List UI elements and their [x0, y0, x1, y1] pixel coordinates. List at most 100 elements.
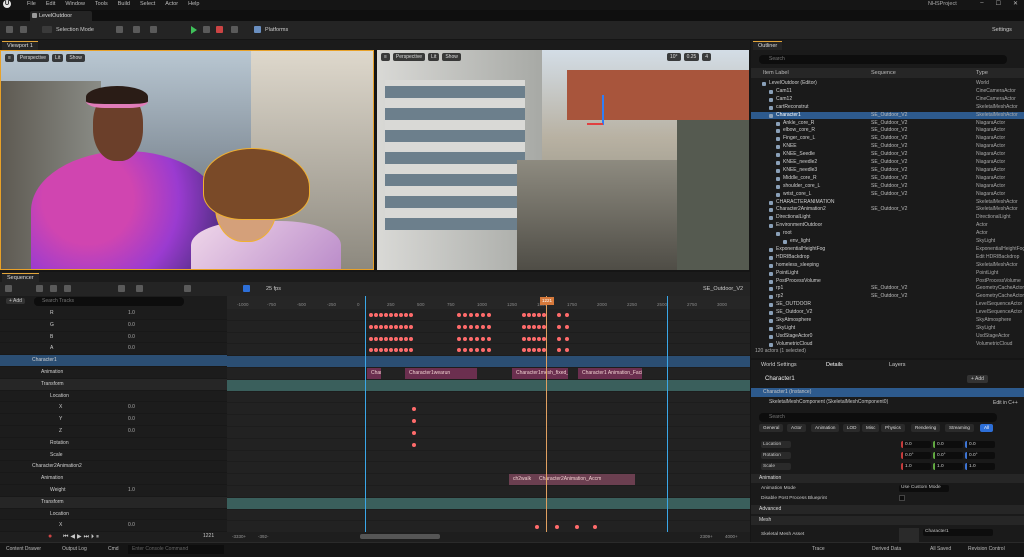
snapping-icon[interactable] [243, 285, 250, 292]
timeline-row[interactable] [227, 510, 750, 522]
maximize-icon[interactable]: ☐ [996, 0, 1001, 7]
category-filter-streaming[interactable]: Streaming [945, 424, 974, 432]
tab-details[interactable]: Details [826, 362, 843, 368]
track-row[interactable]: R 1.0 [0, 308, 227, 320]
timeline-row[interactable] [227, 486, 750, 498]
location-z[interactable]: 0.0 [965, 441, 995, 448]
keyframe[interactable] [404, 313, 408, 317]
track-row[interactable]: X 0.0 [0, 520, 227, 533]
timeline-row[interactable] [227, 497, 750, 510]
keyframe[interactable] [412, 431, 416, 435]
outliner-row[interactable]: Cam11 CineCameraActor [751, 88, 1024, 96]
track-value[interactable]: 0.0 [128, 402, 135, 414]
keyframe[interactable] [399, 313, 403, 317]
keyframe[interactable] [409, 336, 413, 341]
keyframe[interactable] [463, 336, 467, 341]
animation-section-clip[interactable]: Character2Animation_Accm [535, 474, 635, 486]
outliner-row[interactable]: CHARACTERANIMATION SkeletalMeshActor [751, 199, 1024, 207]
keyframe[interactable] [469, 313, 473, 317]
keyframe[interactable] [374, 313, 378, 317]
keyframe[interactable] [374, 336, 378, 341]
gizmo-z-icon[interactable] [602, 95, 604, 125]
keyframe[interactable] [565, 336, 569, 341]
timeline-row[interactable] [227, 356, 750, 368]
timeline-row[interactable] [227, 403, 750, 416]
keyframe[interactable] [409, 313, 413, 317]
track-row[interactable]: X 0.0 [0, 402, 227, 415]
sequencer-save-icon[interactable] [36, 285, 43, 292]
viewport1-menu-icon[interactable]: ≡ [5, 54, 14, 62]
outliner-row[interactable]: Cam12 CineCameraActor [751, 96, 1024, 104]
outliner-row[interactable]: elbow_core_R SE_Outdoor_V2 NiagaraActor [751, 127, 1024, 135]
keyframe[interactable] [404, 324, 408, 329]
sequencer-timeline[interactable]: -1000-750-500-25002505007501000125015001… [227, 296, 750, 542]
track-row[interactable]: Weight 1.0 [0, 485, 227, 497]
keyframe[interactable] [409, 324, 413, 329]
track-value[interactable]: 0.0 [128, 520, 135, 532]
outliner-row[interactable]: EnvironmentOutdoor Actor [751, 222, 1024, 230]
all-saved-button[interactable]: All Saved [930, 546, 951, 552]
keyframe[interactable] [457, 324, 461, 329]
search-tracks-input[interactable]: Search Tracks [34, 297, 184, 306]
platforms-button[interactable]: Platforms [265, 25, 288, 35]
keyframe[interactable] [412, 442, 416, 447]
edit-cpp-link[interactable]: Edit in C++ [993, 400, 1018, 406]
outliner-row[interactable]: KNEE_needle3 SE_Outdoor_V2 NiagaraActor [751, 167, 1024, 175]
outliner-row[interactable]: SE_Outdoor_V2 LevelSequenceActor [751, 309, 1024, 317]
add-track-button[interactable]: + Add [6, 298, 25, 304]
timeline-row[interactable] [227, 474, 750, 486]
settings-button[interactable]: Settings [992, 25, 1012, 35]
rotation-x[interactable]: 0.0° [901, 452, 931, 459]
outliner-row[interactable]: LevelOutdoor (Editor) World [751, 80, 1024, 88]
keyframe[interactable] [404, 336, 408, 341]
sequencer-options-icon[interactable] [5, 285, 12, 292]
outliner-tab[interactable]: Outliner [753, 41, 783, 50]
keyframe[interactable] [369, 336, 373, 341]
menu-item[interactable]: Tools [95, 1, 108, 7]
track-value[interactable]: 0.0 [128, 414, 135, 426]
keyframe[interactable] [379, 313, 383, 317]
outliner-row[interactable]: rp1 SE_Outdoor_V2 GeometryCacheActor [751, 285, 1024, 293]
rotation-label[interactable]: Rotation [761, 452, 791, 459]
track-row[interactable]: Character2Animation2 [0, 461, 227, 474]
keyframe[interactable] [384, 324, 388, 329]
level-tab[interactable]: LevelOutdoor [30, 11, 92, 21]
keyframe[interactable] [532, 324, 536, 329]
category-filter-animation[interactable]: Animation [811, 424, 840, 432]
keyframe[interactable] [475, 336, 479, 341]
track-row[interactable]: Y 0.0 [0, 414, 227, 426]
location-x[interactable]: 0.0 [901, 441, 931, 448]
location-y[interactable]: 0.0 [933, 441, 963, 448]
keyframe[interactable] [542, 324, 546, 329]
animation-section-clip[interactable]: ch2walk [509, 474, 537, 486]
menu-item[interactable]: Build [118, 1, 130, 7]
menu-item[interactable]: Edit [46, 1, 55, 7]
keyframe[interactable] [379, 336, 383, 341]
mesh-section[interactable]: Mesh [751, 516, 1024, 525]
category-filter-rendering[interactable]: Rendering [911, 424, 941, 432]
outliner-row[interactable]: KNEE SE_Outdoor_V2 NiagaraActor [751, 143, 1024, 151]
details-search-input[interactable]: Search [759, 413, 997, 422]
keyframe[interactable] [522, 336, 526, 341]
keyframe[interactable] [481, 336, 485, 341]
outliner-row[interactable]: KNEE_Seedle SE_Outdoor_V2 NiagaraActor [751, 151, 1024, 159]
outliner-row[interactable]: shoulder_core_L SE_Outdoor_V2 NiagaraActor [751, 183, 1024, 191]
viewport2-perspective[interactable]: Perspective [392, 53, 426, 61]
location-label[interactable]: Location [761, 441, 791, 448]
category-filter-misc[interactable]: Misc [862, 424, 880, 432]
close-icon[interactable]: ✕ [1013, 0, 1018, 7]
outliner-row[interactable]: wrist_core_L SE_Outdoor_V2 NiagaraActor [751, 191, 1024, 199]
track-row[interactable]: Transform [0, 496, 227, 509]
record-icon[interactable]: ● [48, 533, 52, 540]
sequence-name[interactable]: SE_Outdoor_V2 [703, 284, 743, 294]
transport-controls[interactable]: ⏮◀▶⏭⏵⏸ [63, 533, 101, 541]
playhead[interactable] [546, 296, 547, 542]
playhead-frame[interactable]: 1221 [540, 297, 554, 305]
track-row[interactable]: Z 0.0 [0, 426, 227, 438]
keyframe[interactable] [384, 336, 388, 341]
track-row[interactable]: Scale [0, 450, 227, 462]
scale-y[interactable]: 1.0 [933, 463, 963, 470]
advanced-section[interactable]: Advanced [751, 505, 1024, 514]
sequencer-camera-icon[interactable] [50, 285, 57, 292]
timeline-row[interactable] [227, 462, 750, 475]
